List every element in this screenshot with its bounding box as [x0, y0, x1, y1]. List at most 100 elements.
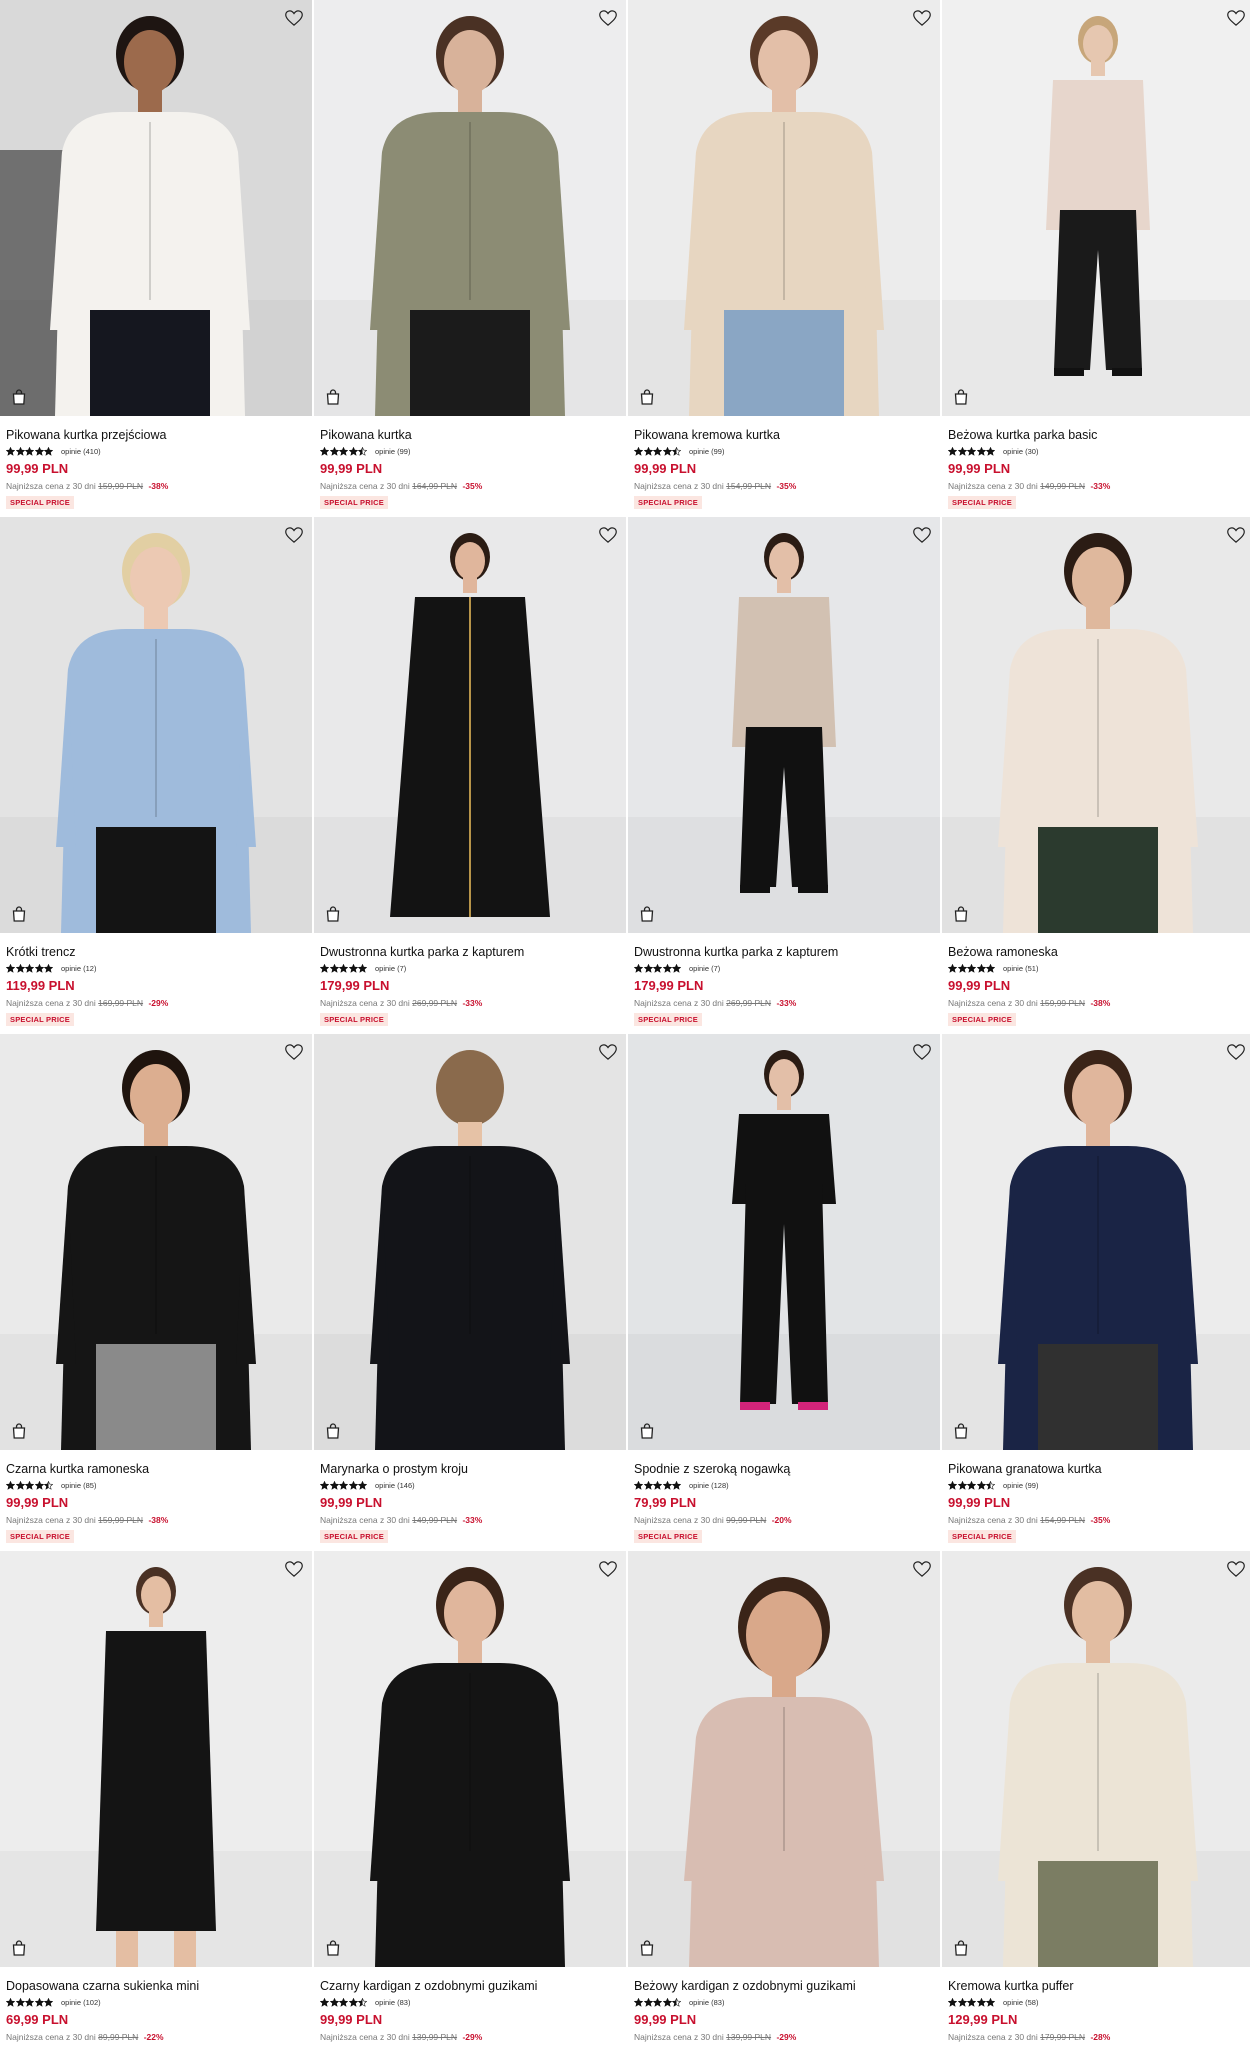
shopping-bag-icon[interactable]: [8, 1420, 30, 1442]
product-name[interactable]: Krótki trencz: [6, 945, 306, 960]
product-name[interactable]: Dwustronna kurtka parka z kapturem: [634, 945, 934, 960]
product-name[interactable]: Spodnie z szeroką nogawką: [634, 1462, 934, 1477]
review-count[interactable]: opinie (102): [61, 1998, 101, 2007]
product-name[interactable]: Beżowa kurtka parka basic: [948, 428, 1248, 443]
product-card-10[interactable]: Marynarka o prostym kroju opinie (146) 9…: [314, 1034, 626, 1551]
shopping-bag-icon[interactable]: [8, 903, 30, 925]
review-count[interactable]: opinie (51): [1003, 964, 1038, 973]
product-card-12[interactable]: Pikowana granatowa kurtka opinie (99) 99…: [942, 1034, 1250, 1551]
product-photo[interactable]: [0, 517, 312, 933]
review-count[interactable]: opinie (83): [689, 1998, 724, 2007]
product-card-15[interactable]: Beżowy kardigan z ozdobnymi guzikami opi…: [628, 1551, 940, 2068]
product-card-6[interactable]: Dwustronna kurtka parka z kapturem opini…: [314, 517, 626, 1034]
product-name[interactable]: Pikowana kurtka przejściowa: [6, 428, 306, 443]
product-card-11[interactable]: Spodnie z szeroką nogawką opinie (128) 7…: [628, 1034, 940, 1551]
product-card-4[interactable]: Beżowa kurtka parka basic opinie (30) 99…: [942, 0, 1250, 517]
review-count[interactable]: opinie (7): [689, 964, 720, 973]
heart-outline-icon[interactable]: [910, 6, 934, 30]
product-photo[interactable]: [0, 0, 312, 416]
product-photo[interactable]: [0, 1034, 312, 1450]
review-count[interactable]: opinie (99): [689, 447, 724, 456]
product-photo[interactable]: [314, 1551, 626, 1967]
product-photo[interactable]: [314, 517, 626, 933]
product-card-5[interactable]: Krótki trencz opinie (12) 119,99 PLN Naj…: [0, 517, 312, 1034]
model-pants: [410, 310, 530, 416]
review-count[interactable]: opinie (99): [375, 447, 410, 456]
product-photo[interactable]: [628, 0, 940, 416]
heart-outline-icon[interactable]: [596, 523, 620, 547]
product-photo[interactable]: [628, 517, 940, 933]
review-count[interactable]: opinie (7): [375, 964, 406, 973]
shopping-bag-icon[interactable]: [322, 1420, 344, 1442]
product-name[interactable]: Beżowy kardigan z ozdobnymi guzikami: [634, 1979, 934, 1994]
heart-outline-icon[interactable]: [910, 1557, 934, 1581]
product-name[interactable]: Czarna kurtka ramoneska: [6, 1462, 306, 1477]
product-card-8[interactable]: Beżowa ramoneska opinie (51) 99,99 PLN N…: [942, 517, 1250, 1034]
product-card-2[interactable]: Pikowana kurtka opinie (99) 99,99 PLN Na…: [314, 0, 626, 517]
product-photo[interactable]: [942, 0, 1250, 416]
review-count[interactable]: opinie (83): [375, 1998, 410, 2007]
shopping-bag-icon[interactable]: [950, 1420, 972, 1442]
product-info: Beżowa ramoneska opinie (51) 99,99 PLN N…: [942, 933, 1250, 1027]
product-name[interactable]: Pikowana kremowa kurtka: [634, 428, 934, 443]
lowest-price-label: Najniższa cena z 30 dni: [948, 1515, 1038, 1525]
shopping-bag-icon[interactable]: [950, 386, 972, 408]
product-card-13[interactable]: Dopasowana czarna sukienka mini opinie (…: [0, 1551, 312, 2068]
product-card-9[interactable]: Czarna kurtka ramoneska opinie (85) 99,9…: [0, 1034, 312, 1551]
shopping-bag-icon[interactable]: [8, 1937, 30, 1959]
review-count[interactable]: opinie (128): [689, 1481, 729, 1490]
shopping-bag-icon[interactable]: [636, 386, 658, 408]
heart-outline-icon[interactable]: [596, 6, 620, 30]
product-card-16[interactable]: Kremowa kurtka puffer opinie (58) 129,99…: [942, 1551, 1250, 2068]
product-photo[interactable]: [628, 1034, 940, 1450]
heart-outline-icon[interactable]: [596, 1040, 620, 1064]
heart-outline-icon[interactable]: [1224, 523, 1248, 547]
heart-outline-icon[interactable]: [1224, 1557, 1248, 1581]
heart-outline-icon[interactable]: [282, 6, 306, 30]
review-count[interactable]: opinie (146): [375, 1481, 415, 1490]
heart-outline-icon[interactable]: [282, 1557, 306, 1581]
shopping-bag-icon[interactable]: [636, 1937, 658, 1959]
shopping-bag-icon[interactable]: [950, 1937, 972, 1959]
shopping-bag-icon[interactable]: [636, 1420, 658, 1442]
product-name[interactable]: Kremowa kurtka puffer: [948, 1979, 1248, 1994]
heart-outline-icon[interactable]: [282, 1040, 306, 1064]
product-name[interactable]: Beżowa ramoneska: [948, 945, 1248, 960]
shopping-bag-icon[interactable]: [322, 1937, 344, 1959]
product-card-14[interactable]: Czarny kardigan z ozdobnymi guzikami opi…: [314, 1551, 626, 2068]
heart-outline-icon[interactable]: [910, 1040, 934, 1064]
review-count[interactable]: opinie (58): [1003, 1998, 1038, 2007]
shopping-bag-icon[interactable]: [636, 903, 658, 925]
shopping-bag-icon[interactable]: [950, 903, 972, 925]
review-count[interactable]: opinie (410): [61, 447, 101, 456]
product-photo[interactable]: [314, 0, 626, 416]
heart-outline-icon[interactable]: [1224, 6, 1248, 30]
product-name[interactable]: Dopasowana czarna sukienka mini: [6, 1979, 306, 1994]
shopping-bag-icon[interactable]: [322, 386, 344, 408]
review-count[interactable]: opinie (99): [1003, 1481, 1038, 1490]
product-name[interactable]: Pikowana granatowa kurtka: [948, 1462, 1248, 1477]
product-photo[interactable]: [0, 1551, 312, 1967]
product-photo[interactable]: [628, 1551, 940, 1967]
product-photo[interactable]: [314, 1034, 626, 1450]
product-photo[interactable]: [942, 1551, 1250, 1967]
heart-outline-icon[interactable]: [596, 1557, 620, 1581]
product-photo[interactable]: [942, 1034, 1250, 1450]
product-name[interactable]: Pikowana kurtka: [320, 428, 620, 443]
product-name[interactable]: Dwustronna kurtka parka z kapturem: [320, 945, 620, 960]
product-name[interactable]: Czarny kardigan z ozdobnymi guzikami: [320, 1979, 620, 1994]
heart-outline-icon[interactable]: [1224, 1040, 1248, 1064]
model-pants: [90, 310, 210, 416]
product-card-7[interactable]: Dwustronna kurtka parka z kapturem opini…: [628, 517, 940, 1034]
shopping-bag-icon[interactable]: [322, 903, 344, 925]
product-name[interactable]: Marynarka o prostym kroju: [320, 1462, 620, 1477]
heart-outline-icon[interactable]: [910, 523, 934, 547]
shopping-bag-icon[interactable]: [8, 386, 30, 408]
product-photo[interactable]: [942, 517, 1250, 933]
heart-outline-icon[interactable]: [282, 523, 306, 547]
review-count[interactable]: opinie (85): [61, 1481, 96, 1490]
review-count[interactable]: opinie (30): [1003, 447, 1038, 456]
review-count[interactable]: opinie (12): [61, 964, 96, 973]
product-card-3[interactable]: Pikowana kremowa kurtka opinie (99) 99,9…: [628, 0, 940, 517]
product-card-1[interactable]: Pikowana kurtka przejściowa opinie (410)…: [0, 0, 312, 517]
